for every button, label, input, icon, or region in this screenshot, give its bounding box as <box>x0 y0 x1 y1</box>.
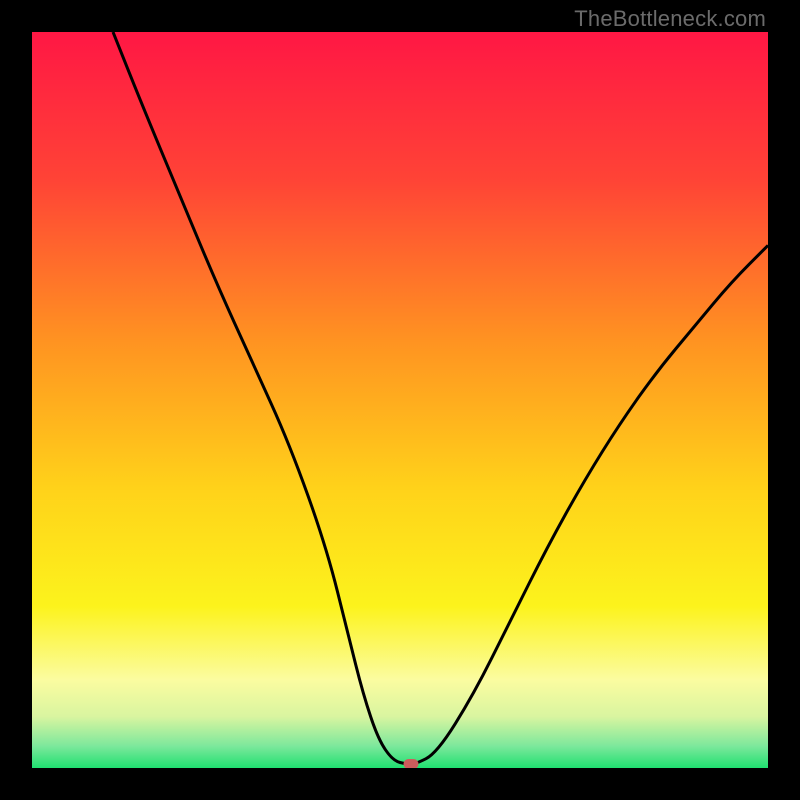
curve-layer <box>32 32 768 768</box>
plot-area <box>32 32 768 768</box>
bottleneck-curve-path <box>113 32 768 764</box>
bottleneck-chart: TheBottleneck.com <box>0 0 800 800</box>
optimum-marker <box>404 759 419 768</box>
attribution-label: TheBottleneck.com <box>574 6 766 32</box>
